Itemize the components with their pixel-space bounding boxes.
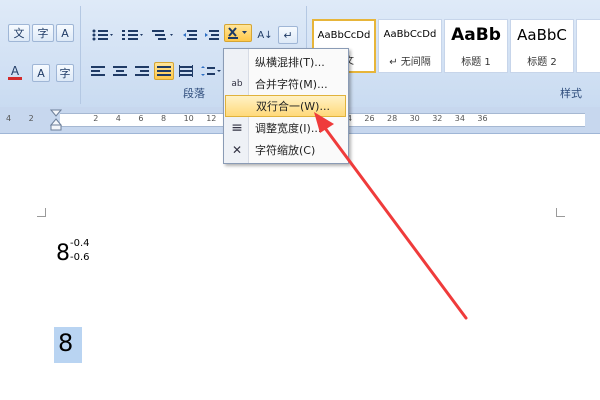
annotation-arrow — [314, 112, 468, 320]
